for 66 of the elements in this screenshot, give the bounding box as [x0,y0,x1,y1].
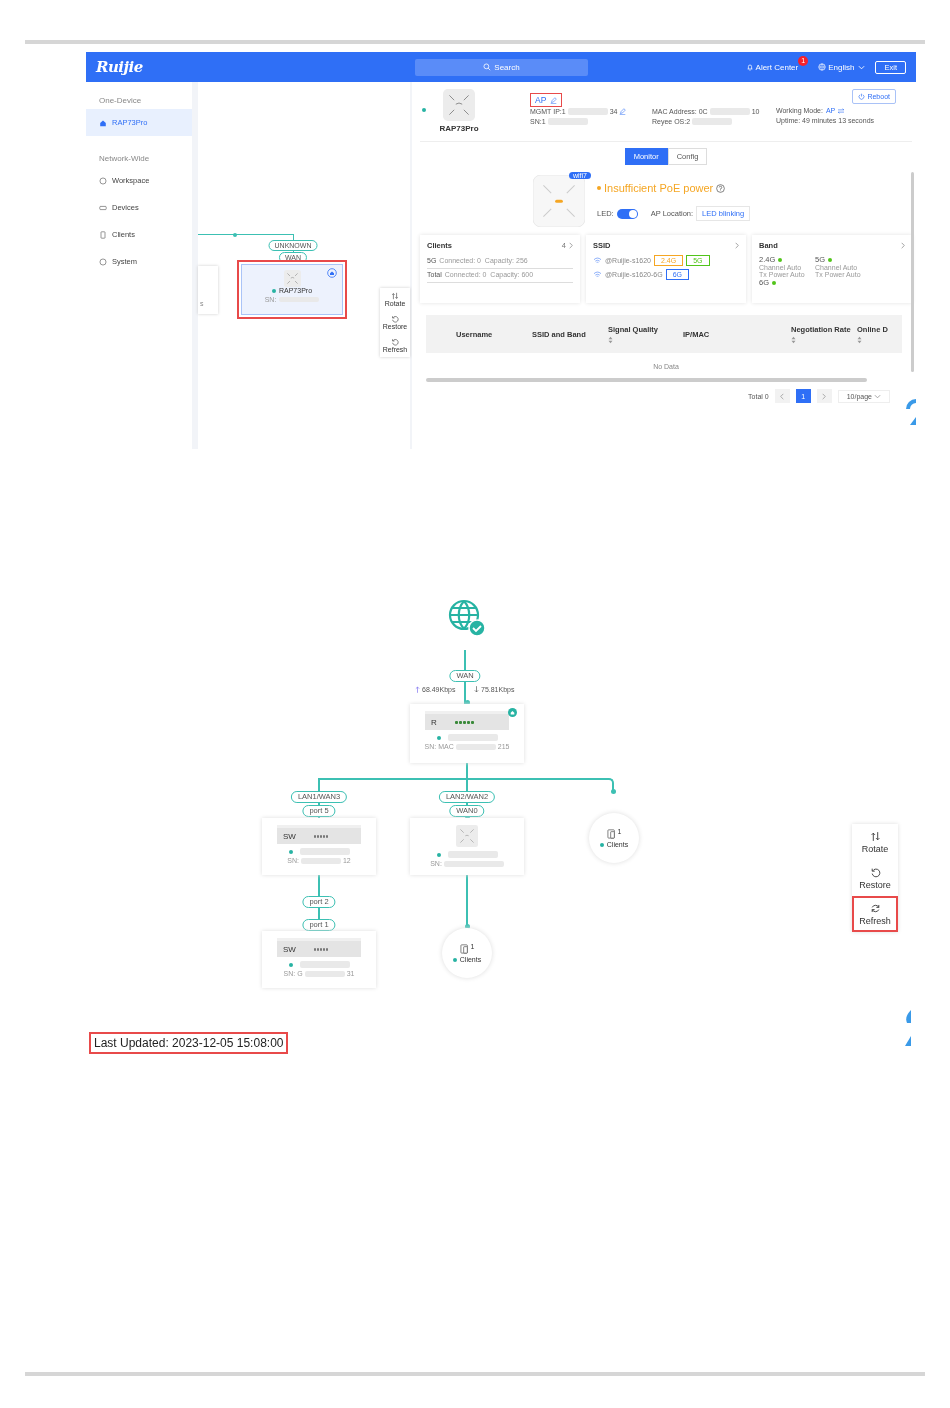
down-arrow-icon [474,686,479,693]
alert-center-link[interactable]: Alert Center [745,62,799,72]
chevron-right-icon [569,242,573,249]
port-lights-drawing [313,947,328,951]
led-toggle[interactable] [616,208,638,219]
junction-dot [465,924,470,929]
port-lights-drawing [454,720,474,724]
toolbar-button[interactable]: Refresh [852,896,898,932]
warning-dot [597,186,601,190]
home-icon [508,708,517,717]
sort-icon [608,335,613,344]
restore-icon [869,867,881,878]
refresh-icon [869,903,881,914]
globe-icon [818,63,827,71]
device-icon [99,203,107,212]
home-icon [99,118,107,127]
internet-globe-icon [447,598,487,638]
junction-dot [233,233,237,237]
language-dropdown[interactable]: English [818,62,866,72]
access-point-icon [456,825,478,847]
next-page-button[interactable] [816,389,832,403]
logo: Ruijie [96,58,143,76]
port-lights-drawing [313,834,328,838]
assistant-icon[interactable] [904,397,916,427]
access-point-icon [533,175,585,227]
last-updated-text: Last Updated: 2023-12-05 15:08:00 [89,1032,289,1054]
device-model-letter: SW [283,944,296,954]
toolbar-button[interactable]: Restore [852,860,898,896]
device-model-letter: R [431,717,437,727]
previous-page-button[interactable] [774,389,790,403]
rotate-icon [869,831,881,842]
help-icon[interactable] [716,183,726,193]
phone-icon [99,230,107,239]
warning-message: Insufficient PoE power [604,182,714,194]
home-icon [327,268,337,278]
sidebar-section-title: One-Device [98,95,143,107]
junction-dot [611,789,616,794]
refresh-icon [391,338,399,346]
chevron-right-icon [822,392,827,400]
device-type-link[interactable]: AP [530,93,563,107]
bell-icon [745,63,754,71]
sort-icon [857,335,862,344]
swap-icon [837,107,846,114]
sort-icon [791,335,796,344]
access-point-icon [443,89,475,121]
phone-tablet-icon [459,943,471,954]
edit-icon[interactable] [619,108,627,115]
toolbar-button[interactable]: Rotate [852,824,898,860]
power-icon [858,93,866,100]
phone-tablet-icon [606,828,618,839]
up-arrow-icon [415,686,420,693]
sidebar-section-title: Network-Wide [98,153,151,165]
chevron-left-icon [780,392,785,400]
chevron-right-icon [901,242,905,249]
caret-icon [874,393,881,399]
restore-icon [391,315,399,323]
caret-icon [858,64,866,70]
device-model-letter: SW [283,831,296,841]
wifi-icon [593,257,602,264]
chevron-right-icon [735,242,739,249]
rotate-icon [391,292,399,300]
search-icon [483,63,492,71]
device-name: RAP73Pro [439,124,479,133]
wifi-icon [593,271,602,278]
access-point-icon [283,270,301,287]
edit-icon [550,96,558,104]
